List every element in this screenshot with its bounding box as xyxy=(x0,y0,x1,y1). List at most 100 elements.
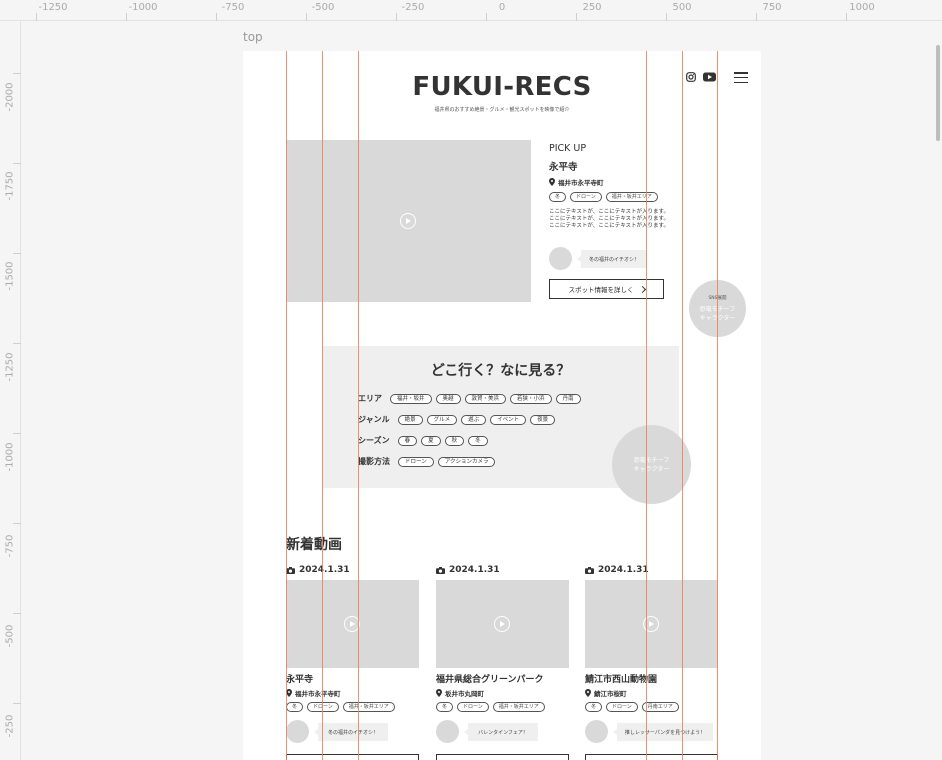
ruler-tick xyxy=(13,703,21,704)
tag[interactable]: ドローン xyxy=(570,192,602,202)
chevron-right-icon xyxy=(638,285,646,293)
filter-tag[interactable]: 夜景 xyxy=(530,414,556,425)
tag[interactable]: 福井・坂井エリア xyxy=(605,192,658,202)
ruler-tick xyxy=(306,13,307,21)
ruler-label: -250 xyxy=(4,714,16,738)
search-row-label: ジャンル xyxy=(358,415,390,424)
ruler-tick xyxy=(846,13,847,21)
character-label-line2: キャラクター xyxy=(633,465,670,473)
ruler-tick xyxy=(13,433,21,434)
pickup-description: ここにテキストが、ここにテキストが入ります。ここにテキストが、ここにテキストが入… xyxy=(549,209,670,229)
play-icon[interactable] xyxy=(494,616,510,632)
design-frame[interactable]: FUKUI-RECS 福井県のおすすめ絶景・グルメ・観光スポットを映像で紹介 P… xyxy=(243,51,761,760)
tag[interactable]: ドローン xyxy=(606,702,638,712)
filter-tag[interactable]: 敦賀・美浜 xyxy=(464,393,507,404)
frame-name-label[interactable]: top xyxy=(243,30,263,44)
youtube-icon[interactable] xyxy=(703,72,716,82)
filter-tag[interactable]: 秋 xyxy=(444,435,465,446)
filter-tag[interactable]: 冬 xyxy=(468,435,488,446)
ruler-tick xyxy=(13,523,21,524)
tag[interactable]: 丹南エリア xyxy=(641,702,679,712)
video-card[interactable]: 2024.1.31 鯖江市西山動物園 鯖江市桜町 冬 ドローン 丹南エリア 推し… xyxy=(585,565,718,760)
card-detail-button[interactable] xyxy=(585,754,718,760)
card-location: 坂井市丸岡町 xyxy=(436,688,484,698)
filter-tag[interactable]: 絶景 xyxy=(397,414,423,425)
ruler-tick xyxy=(396,13,397,21)
news-section-title: 新着動画 xyxy=(286,537,342,553)
ruler-label: 0 xyxy=(498,2,506,13)
card-tags: 冬 ドローン 福井・坂井エリア xyxy=(286,702,395,712)
video-thumbnail[interactable] xyxy=(585,580,718,668)
tag[interactable]: 冬 xyxy=(585,702,603,712)
pickup-title[interactable]: 永平寺 xyxy=(549,159,578,173)
tag[interactable]: 冬 xyxy=(436,702,454,712)
video-thumbnail[interactable] xyxy=(436,580,569,668)
avatar xyxy=(549,247,572,270)
video-card[interactable]: 2024.1.31 永平寺 福井市永平寺町 冬 ドローン 福井・坂井エリア 冬の… xyxy=(286,565,419,760)
filter-tag[interactable]: 福井・坂井 xyxy=(390,393,432,404)
instagram-icon[interactable] xyxy=(686,72,696,82)
card-tags: 冬 ドローン 丹南エリア xyxy=(585,702,679,712)
tag[interactable]: ドローン xyxy=(457,702,489,712)
pickup-location-text: 福井市永平寺町 xyxy=(558,179,604,187)
tag[interactable]: 福井・坂井エリア xyxy=(342,702,395,712)
avatar xyxy=(286,720,309,743)
ruler-label: -2000 xyxy=(4,82,16,112)
card-detail-button[interactable] xyxy=(436,754,569,760)
ruler-label: 750 xyxy=(762,2,782,13)
video-card[interactable]: 2024.1.31 福井県総合グリーンパーク 坂井市丸岡町 冬 ドローン 福井・… xyxy=(436,565,569,760)
ruler-tick xyxy=(126,13,127,21)
search-row-label: シーズン xyxy=(358,436,390,445)
ruler-tick xyxy=(13,163,21,164)
play-icon[interactable] xyxy=(400,213,416,229)
ruler-label: -500 xyxy=(4,624,16,648)
camera-icon xyxy=(436,566,445,574)
layout-guide-line xyxy=(682,51,683,760)
ruler-tick xyxy=(13,613,21,614)
map-pin-icon xyxy=(549,178,555,186)
tag[interactable]: 福井・坂井エリア xyxy=(492,702,545,712)
ruler-tick xyxy=(13,73,21,74)
scrollbar-thumb[interactable] xyxy=(936,45,940,141)
hamburger-menu-icon[interactable] xyxy=(734,72,748,84)
vertical-ruler: -2000 -1750 -1500 -1250 -1000 -750 -500 … xyxy=(0,21,21,760)
search-title: どこ行く？なに見る？ xyxy=(430,363,571,379)
filter-tag[interactable]: アクションカメラ xyxy=(437,456,496,467)
card-date: 2024.1.31 xyxy=(585,565,649,575)
filter-tag[interactable]: グルメ xyxy=(426,414,458,425)
video-thumbnail[interactable] xyxy=(286,580,419,668)
ruler-tick xyxy=(216,13,217,21)
ruler-label: -750 xyxy=(4,534,16,558)
filter-tag[interactable]: 丹南 xyxy=(555,393,581,404)
filter-tag[interactable]: 夏 xyxy=(421,435,441,446)
tag[interactable]: 冬 xyxy=(286,702,304,712)
ruler-label: 500 xyxy=(672,2,692,13)
filter-tag[interactable]: イベント xyxy=(490,414,527,425)
ruler-label: -1000 xyxy=(128,2,158,13)
filter-tag[interactable]: 春 xyxy=(397,435,418,446)
horizontal-ruler: -1250 -1000 -750 -500 -250 0 250 500 750… xyxy=(0,0,942,21)
site-logo[interactable]: FUKUI-RECS xyxy=(243,72,761,102)
card-detail-button[interactable] xyxy=(286,754,419,760)
camera-icon xyxy=(585,566,594,574)
filter-tag[interactable]: 奥越 xyxy=(435,393,461,404)
filter-tag[interactable]: 若狭・小浜 xyxy=(510,393,552,404)
spot-detail-button-label: スポット情報を詳しく xyxy=(568,286,634,294)
avatar xyxy=(585,720,608,743)
vertical-scrollbar[interactable] xyxy=(934,21,942,760)
filter-tag[interactable]: ドローン xyxy=(398,456,434,467)
ruler-tick xyxy=(13,343,21,344)
map-pin-icon xyxy=(436,689,442,697)
filter-tag[interactable]: 遊ぶ xyxy=(461,414,487,425)
ruler-tick xyxy=(13,253,21,254)
card-title[interactable]: 永平寺 xyxy=(286,672,313,685)
ruler-label: 250 xyxy=(582,2,602,13)
ruler-tick xyxy=(576,13,577,21)
tag[interactable]: 冬 xyxy=(549,192,567,202)
character-placeholder[interactable]: 恐竜モチーフ キャラクター xyxy=(612,425,691,504)
card-title[interactable]: 福井県総合グリーンパーク xyxy=(436,672,544,685)
search-row-label: 撮影方法 xyxy=(358,457,390,466)
ruler-label: -1000 xyxy=(4,442,16,472)
layout-guide-line xyxy=(322,51,323,760)
layout-guide-line xyxy=(286,51,287,760)
